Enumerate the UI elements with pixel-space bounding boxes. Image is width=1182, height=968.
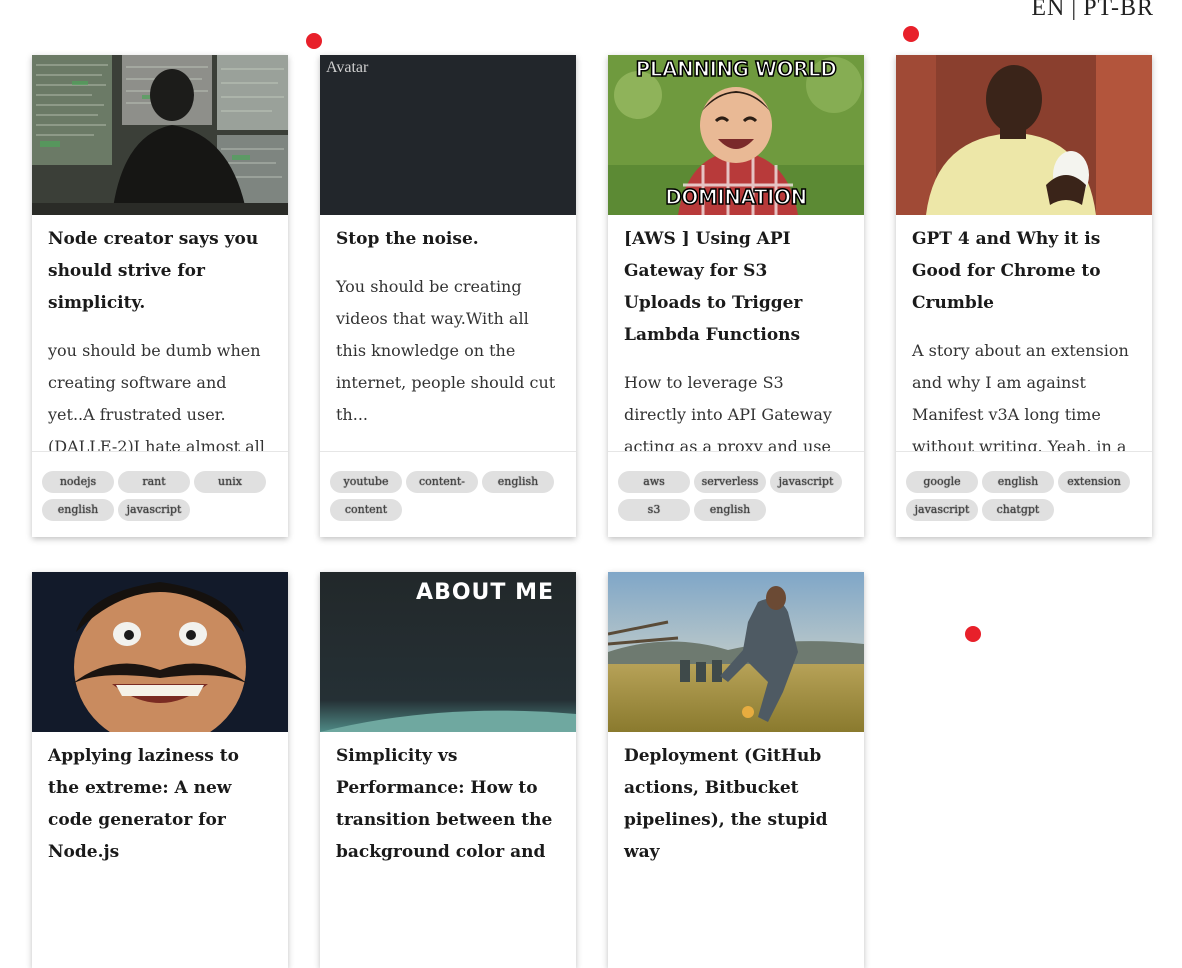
red-marker-dot bbox=[965, 626, 981, 642]
post-thumbnail[interactable]: PLANNING WORLD DOMINATION bbox=[608, 55, 864, 215]
tag-chip[interactable]: aws bbox=[618, 471, 690, 493]
post-card[interactable]: GPT 4 and Why it is Good for Chrome to C… bbox=[896, 55, 1152, 537]
lang-pt-br-link[interactable]: PT-BR bbox=[1083, 0, 1154, 21]
post-title[interactable]: [AWS ] Using API Gateway for S3 Uploads … bbox=[624, 223, 848, 351]
tag-chip[interactable]: extension bbox=[1058, 471, 1130, 493]
red-marker-dot bbox=[903, 26, 919, 42]
tag-chip[interactable]: javascript bbox=[118, 499, 190, 521]
red-marker-dot bbox=[306, 33, 322, 49]
post-card[interactable]: Deployment (GitHub actions, Bitbucket pi… bbox=[608, 572, 864, 968]
post-excerpt: you should be dumb when creating softwar… bbox=[48, 341, 265, 451]
tag-list: google english extension javascript chat… bbox=[896, 452, 1152, 537]
broken-avatar-image: Avatar bbox=[326, 59, 369, 76]
post-body: Simplicity vs Performance: How to transi… bbox=[320, 732, 576, 968]
tag-chip[interactable]: serverless bbox=[694, 471, 766, 493]
tag-chip[interactable]: content bbox=[330, 499, 402, 521]
post-thumbnail[interactable] bbox=[32, 55, 288, 215]
tag-chip[interactable]: english bbox=[482, 471, 554, 493]
tag-chip[interactable]: s3 bbox=[618, 499, 690, 521]
tag-chip[interactable]: unix bbox=[194, 471, 266, 493]
tag-chip[interactable]: rant bbox=[118, 471, 190, 493]
post-thumbnail[interactable]: Avatar bbox=[320, 55, 576, 215]
language-switcher: EN | PT-BR bbox=[1031, 0, 1154, 22]
post-body: [AWS ] Using API Gateway for S3 Uploads … bbox=[608, 215, 864, 451]
tag-chip[interactable]: english bbox=[694, 499, 766, 521]
lang-separator: | bbox=[1071, 0, 1078, 21]
post-title[interactable]: Simplicity vs Performance: How to transi… bbox=[336, 740, 560, 868]
lang-en-link[interactable]: EN bbox=[1031, 0, 1065, 21]
tag-list: youtube content- english content bbox=[320, 452, 576, 537]
post-thumbnail[interactable] bbox=[608, 572, 864, 732]
post-body: Stop the noise. You should be creating v… bbox=[320, 215, 576, 451]
tag-list: nodejs rant unix english javascript bbox=[32, 452, 288, 537]
post-body: Node creator says you should strive for … bbox=[32, 215, 288, 451]
tag-chip[interactable]: javascript bbox=[906, 499, 978, 521]
post-body: GPT 4 and Why it is Good for Chrome to C… bbox=[896, 215, 1152, 451]
warrior-running-image bbox=[608, 572, 864, 732]
post-title[interactable]: Node creator says you should strive for … bbox=[48, 223, 272, 319]
post-body: Deployment (GitHub actions, Bitbucket pi… bbox=[608, 732, 864, 968]
post-card[interactable]: ABOUT ME Simplicity vs Performance: How … bbox=[320, 572, 576, 968]
post-body: Applying laziness to the extreme: A new … bbox=[32, 732, 288, 968]
tag-chip[interactable]: google bbox=[906, 471, 978, 493]
post-card[interactable]: Applying laziness to the extreme: A new … bbox=[32, 572, 288, 968]
post-thumbnail[interactable] bbox=[896, 55, 1152, 215]
post-card[interactable]: PLANNING WORLD DOMINATION [AWS ] Using A… bbox=[608, 55, 864, 537]
post-card[interactable]: Node creator says you should strive for … bbox=[32, 55, 288, 537]
post-title[interactable]: Deployment (GitHub actions, Bitbucket pi… bbox=[624, 740, 848, 868]
post-card[interactable]: Avatar Stop the noise. You should be cre… bbox=[320, 55, 576, 537]
kid-yellow-shirt-image bbox=[896, 55, 1152, 215]
meme-bottom-text: DOMINATION bbox=[665, 184, 808, 210]
post-title[interactable]: Stop the noise. bbox=[336, 223, 560, 255]
meme-top-text: PLANNING WORLD bbox=[635, 56, 838, 82]
tag-chip[interactable]: english bbox=[42, 499, 114, 521]
post-title[interactable]: Applying laziness to the extreme: A new … bbox=[48, 740, 272, 868]
about-me-banner-text: ABOUT ME bbox=[416, 580, 554, 605]
tag-chip[interactable]: english bbox=[982, 471, 1054, 493]
post-excerpt: A story about an extension and why I am … bbox=[912, 341, 1129, 451]
tag-chip[interactable]: nodejs bbox=[42, 471, 114, 493]
tag-chip[interactable]: javascript bbox=[770, 471, 842, 493]
post-excerpt: How to leverage S3 directly into API Gat… bbox=[624, 373, 832, 451]
post-excerpt: You should be creating videos that way.W… bbox=[336, 277, 556, 424]
tag-chip[interactable]: youtube bbox=[330, 471, 402, 493]
post-thumbnail[interactable]: ABOUT ME bbox=[320, 572, 576, 732]
hacker-monitors-image bbox=[32, 55, 288, 215]
post-thumbnail[interactable] bbox=[32, 572, 288, 732]
tag-chip[interactable]: content- bbox=[406, 471, 478, 493]
tag-chip[interactable]: chatgpt bbox=[982, 499, 1054, 521]
tag-list: aws serverless javascript s3 english bbox=[608, 452, 864, 537]
post-title[interactable]: GPT 4 and Why it is Good for Chrome to C… bbox=[912, 223, 1136, 319]
mustache-face-image bbox=[32, 572, 288, 732]
